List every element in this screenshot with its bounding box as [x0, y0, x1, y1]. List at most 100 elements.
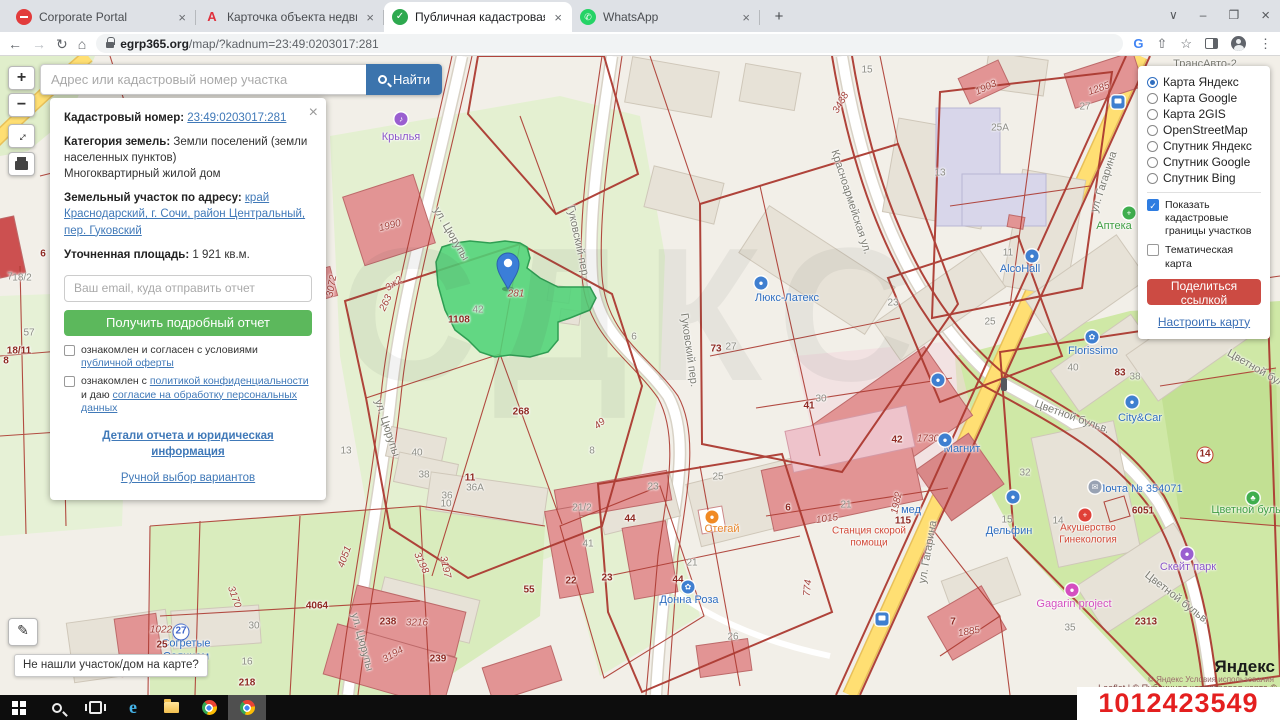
layer-option[interactable]: OpenStreetMap: [1147, 122, 1261, 138]
layer-option[interactable]: Спутник Google: [1147, 154, 1261, 170]
print-button[interactable]: [8, 152, 35, 176]
file-explorer[interactable]: [152, 695, 190, 720]
browser-tab[interactable]: Corporate Portal ×: [8, 2, 196, 32]
cadastral-borders-toggle[interactable]: ✓ Показать кадастровые границы участков: [1147, 199, 1261, 238]
red-number-overlay: 1012423549: [1077, 687, 1280, 720]
layer-option[interactable]: Спутник Bing: [1147, 170, 1261, 186]
url-domain: egrp365.org: [120, 37, 189, 51]
yandex-logo: Яндекс: [1215, 657, 1275, 677]
address-label: Земельный участок по адресу:: [64, 192, 242, 204]
new-tab-button[interactable]: +: [766, 4, 792, 30]
maximize-button[interactable]: ❐: [1228, 8, 1239, 22]
browser-tab[interactable]: ✓Публичная кадастровая карта -×: [384, 2, 572, 32]
menu-kebab-icon[interactable]: ⋮: [1259, 36, 1272, 52]
map-search-bar: Найти: [40, 64, 442, 95]
privacy-text: ознакомлен с политикой конфиденциальност…: [81, 375, 312, 416]
pencil-icon: ✎: [17, 619, 29, 641]
close-icon[interactable]: ×: [309, 102, 318, 124]
browser-tab[interactable]: А Карточка объекта недвижимост ×: [196, 2, 384, 32]
profile-avatar[interactable]: [1231, 36, 1246, 51]
report-details-link[interactable]: Детали отчета и юридическая информация: [64, 428, 312, 460]
start-button[interactable]: [0, 695, 38, 720]
radio-icon: [1147, 109, 1158, 120]
radio-icon: [1147, 77, 1158, 88]
zoom-in-button[interactable]: +: [8, 66, 35, 90]
tab-close-icon[interactable]: ×: [176, 10, 188, 25]
share-icon[interactable]: ⇧: [1156, 36, 1167, 52]
usage-value: Многоквартирный жилой дом: [64, 168, 221, 180]
radio-icon: [1147, 173, 1158, 184]
search-icon: [378, 75, 387, 84]
task-view-button[interactable]: [76, 695, 114, 720]
consent-link[interactable]: согласие на обработку персональных данны…: [81, 389, 297, 415]
share-link-button[interactable]: Поделиться ссылкой: [1147, 279, 1261, 305]
area-label: Уточненная площадь:: [64, 249, 189, 261]
close-button[interactable]: ×: [1261, 7, 1270, 24]
fullscreen-button[interactable]: ↔: [8, 124, 35, 148]
manual-select-link[interactable]: Ручной выбор вариантов: [64, 470, 312, 486]
search-button[interactable]: Найти: [366, 64, 442, 95]
draw-button[interactable]: ✎: [8, 618, 38, 646]
taskbar-search[interactable]: [38, 695, 76, 720]
offer-checkbox[interactable]: [64, 345, 75, 356]
thematic-map-toggle[interactable]: Тематическая карта: [1147, 244, 1261, 270]
offer-link[interactable]: публичной оферты: [81, 357, 174, 369]
tab-title: Публичная кадастровая карта -: [415, 10, 545, 24]
home-button[interactable]: ⌂: [78, 34, 86, 54]
explorer-icon: [164, 702, 179, 713]
blocked-favicon: [16, 9, 32, 25]
chrome-icon: [202, 700, 217, 715]
avito-favicon: А: [204, 9, 220, 25]
google-icon[interactable]: G: [1133, 36, 1143, 51]
not-found-tooltip[interactable]: Не нашли участок/дом на карте?: [14, 654, 208, 677]
get-report-button[interactable]: Получить подробный отчет: [64, 310, 312, 336]
radio-icon: [1147, 141, 1158, 152]
zoom-out-button[interactable]: −: [8, 93, 35, 117]
browser-tab[interactable]: ✆ WhatsApp ×: [572, 2, 760, 32]
configure-map-link[interactable]: Настроить карту: [1147, 315, 1261, 329]
tab-strip: Corporate Portal × А Карточка объекта недви…: [0, 0, 1280, 32]
minimize-button[interactable]: –: [1200, 8, 1207, 22]
radio-icon: [1147, 93, 1158, 104]
area-value: 1 921 кв.м.: [192, 249, 249, 261]
whatsapp-favicon: ✆: [580, 9, 596, 25]
layer-option[interactable]: Карта 2GIS: [1147, 106, 1261, 122]
tab-close-icon[interactable]: ×: [364, 10, 376, 25]
radio-icon: [1147, 125, 1158, 136]
layer-option[interactable]: Спутник Яндекс: [1147, 138, 1261, 154]
tab-title: WhatsApp: [603, 10, 733, 24]
tab-close-icon[interactable]: ×: [552, 10, 564, 25]
cadastral-checkbox-icon: ✓: [1147, 199, 1159, 211]
radio-icon: [1147, 157, 1158, 168]
forward-button[interactable]: →: [32, 34, 46, 54]
layer-option[interactable]: Карта Яндекс: [1147, 74, 1261, 90]
email-field[interactable]: [64, 275, 312, 302]
privacy-link[interactable]: политикой конфиденциальности: [150, 375, 309, 387]
tab-title: Corporate Portal: [39, 10, 169, 24]
offer-text: ознакомлен и согласен с условиями публич…: [81, 344, 312, 371]
chrome-browser[interactable]: [190, 695, 228, 720]
sidebar-icon[interactable]: [1205, 38, 1218, 49]
expand-icon: ↔: [9, 124, 34, 149]
map-viewport[interactable]: СДКС ул. Цюрупыул. Цюрупыул. ЦюрупыГуков…: [0, 56, 1280, 695]
edge-browser[interactable]: e: [114, 695, 152, 720]
address-bar[interactable]: egrp365.org/map/?kadnum=23:49:0203017:28…: [96, 34, 1123, 53]
start-icon: [12, 701, 26, 715]
search-input[interactable]: [40, 64, 366, 95]
layer-option[interactable]: Карта Google: [1147, 90, 1261, 106]
lock-icon: [106, 40, 114, 49]
reload-button[interactable]: ↻: [56, 34, 68, 54]
edge-icon: e: [129, 697, 137, 718]
privacy-checkbox[interactable]: [64, 376, 75, 387]
layers-panel: Карта ЯндексКарта GoogleКарта 2GISOpenSt…: [1138, 66, 1270, 339]
bookmark-star-icon[interactable]: ☆: [1180, 36, 1192, 52]
toolbar-actions: G ⇧ ☆ ⋮: [1133, 36, 1272, 52]
cadnum-label: Кадастровый номер:: [64, 112, 184, 124]
cadnum-link[interactable]: 23:49:0203017:281: [187, 112, 286, 124]
chrome-browser-active[interactable]: [228, 695, 266, 720]
tab-title: Карточка объекта недвижимост: [227, 10, 357, 24]
print-icon: [15, 161, 28, 170]
tab-search-icon[interactable]: ∨: [1169, 8, 1178, 22]
tab-close-icon[interactable]: ×: [740, 10, 752, 25]
back-button[interactable]: ←: [8, 34, 22, 54]
